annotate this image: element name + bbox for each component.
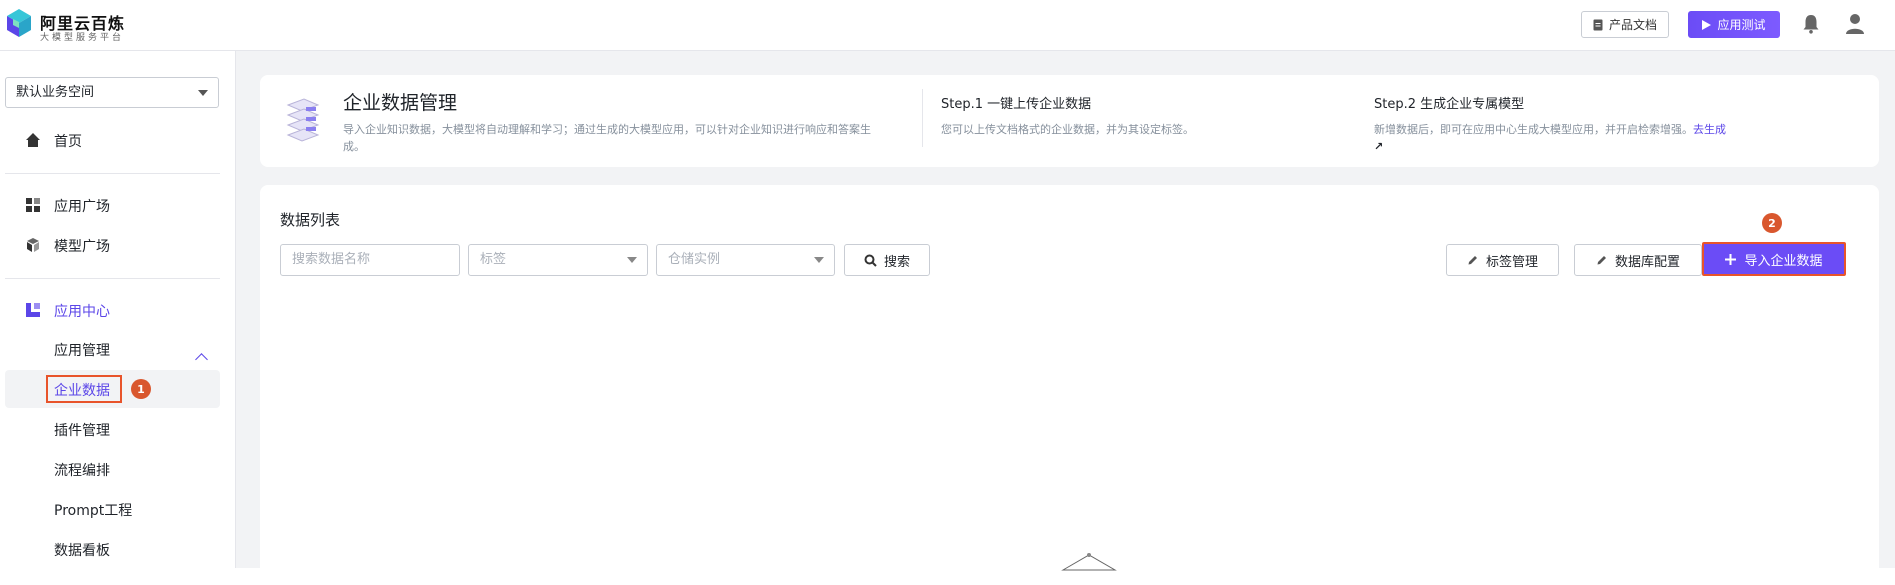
sidebar-item-model-plaza[interactable]: 模型广场	[0, 230, 226, 260]
user-icon[interactable]	[1845, 13, 1865, 35]
main-content: 企业数据管理 导入企业知识数据，大模型将自动理解和学习；通过生成的大模型应用，可…	[236, 51, 1895, 585]
sidebar-subitem-data-dashboard[interactable]: 数据看板	[54, 540, 110, 560]
divider	[5, 173, 220, 174]
step-badge-2: 2	[1762, 213, 1782, 233]
home-icon	[26, 133, 40, 147]
section-title: 数据列表	[280, 211, 341, 229]
chevron-up-icon[interactable]	[195, 353, 208, 366]
step2-description: 新增数据后，即可在应用中心生成大模型应用，并开启检索增强。去生成 ↗	[1374, 121, 1794, 155]
plus-icon	[1725, 253, 1737, 265]
divider	[5, 278, 220, 279]
step1-title: Step.1 一键上传企业数据	[941, 97, 1092, 112]
storage-placeholder: 仓储实例	[668, 252, 721, 267]
logo-icon[interactable]	[6, 8, 32, 38]
search-input[interactable]: 搜索数据名称	[280, 244, 460, 276]
data-list-card: 数据列表 搜索数据名称 标签 仓储实例 搜索 标签管理 数据库配置 2 导入企业…	[260, 185, 1879, 585]
grid-icon	[26, 198, 40, 212]
sidebar-item-label: 应用广场	[54, 199, 110, 215]
search-icon	[864, 254, 877, 267]
step1-description: 您可以上传文档格式的企业数据，并为其设定标签。	[941, 123, 1194, 136]
sidebar-subitem-plugin-manage[interactable]: 插件管理	[54, 420, 110, 440]
step-badge-1: 1	[131, 379, 151, 399]
pencil-icon	[1597, 256, 1606, 265]
step2-text: 新增数据后，即可在应用中心生成大模型应用，并开启检索增强。	[1374, 123, 1693, 136]
tag-placeholder: 标签	[480, 252, 507, 267]
tag-manage-label: 标签管理	[1485, 254, 1538, 270]
sidebar-item-label: 首页	[54, 134, 82, 150]
sidebar-subitem-prompt-engineering[interactable]: Prompt工程	[54, 500, 132, 520]
sidebar-item-app-plaza[interactable]: 应用广场	[0, 190, 226, 220]
sidebar-subitem-app-manage[interactable]: 应用管理	[54, 340, 110, 360]
document-icon	[1593, 19, 1603, 30]
cube-icon	[27, 238, 39, 252]
pencil-icon	[1468, 256, 1477, 265]
chevron-down-icon	[627, 257, 637, 263]
top-bar: 阿里云百炼 大模型服务平台 产品文档 应用测试	[0, 0, 1895, 51]
app-test-button[interactable]: 应用测试	[1688, 11, 1780, 38]
import-button-label: 导入企业数据	[1744, 253, 1823, 269]
docs-button[interactable]: 产品文档	[1581, 11, 1669, 38]
sidebar: 默认业务空间 首页 应用广场 模型广场 应用中心 应用管理 企业数据 1 插件管…	[0, 51, 236, 568]
workspace-value: 默认业务空间	[16, 85, 95, 100]
database-stack-icon	[286, 98, 320, 142]
play-icon	[1702, 19, 1712, 30]
search-button-label: 搜索	[883, 254, 910, 270]
sidebar-item-label: 应用中心	[54, 304, 110, 320]
search-placeholder: 搜索数据名称	[292, 252, 371, 267]
workspace-select[interactable]: 默认业务空间	[5, 77, 219, 108]
intro-card: 企业数据管理 导入企业知识数据，大模型将自动理解和学习；通过生成的大模型应用，可…	[260, 75, 1879, 167]
generate-link[interactable]: 去生成	[1693, 123, 1726, 136]
highlight-box	[46, 375, 122, 403]
tag-manage-button[interactable]: 标签管理	[1446, 244, 1559, 276]
chevron-down-icon	[814, 257, 824, 263]
search-button[interactable]: 搜索	[844, 244, 930, 276]
intro-description: 导入企业知识数据，大模型将自动理解和学习；通过生成的大模型应用，可以针对企业知识…	[343, 123, 871, 153]
sidebar-item-app-center[interactable]: 应用中心	[0, 295, 226, 325]
storage-instance-select[interactable]: 仓储实例	[656, 244, 835, 276]
db-config-label: 数据库配置	[1614, 254, 1680, 270]
page-title: 企业数据管理	[343, 92, 458, 114]
sidebar-item-home[interactable]: 首页	[0, 125, 226, 155]
import-enterprise-data-button[interactable]: 导入企业数据	[1702, 242, 1846, 276]
sidebar-subitem-flow-orchestration[interactable]: 流程编排	[54, 460, 110, 480]
app-center-icon	[26, 303, 40, 317]
bell-icon[interactable]	[1802, 14, 1820, 34]
app-test-label: 应用测试	[1717, 18, 1766, 32]
docs-label: 产品文档	[1608, 18, 1657, 32]
external-link-icon[interactable]: ↗	[1374, 140, 1383, 153]
tag-select[interactable]: 标签	[468, 244, 648, 276]
chevron-down-icon	[198, 90, 208, 96]
db-config-button[interactable]: 数据库配置	[1574, 244, 1702, 276]
brand-subtitle: 大模型服务平台	[40, 33, 125, 43]
sidebar-item-label: 模型广场	[54, 239, 110, 255]
divider	[922, 89, 923, 147]
step2-title: Step.2 生成企业专属模型	[1374, 97, 1525, 112]
